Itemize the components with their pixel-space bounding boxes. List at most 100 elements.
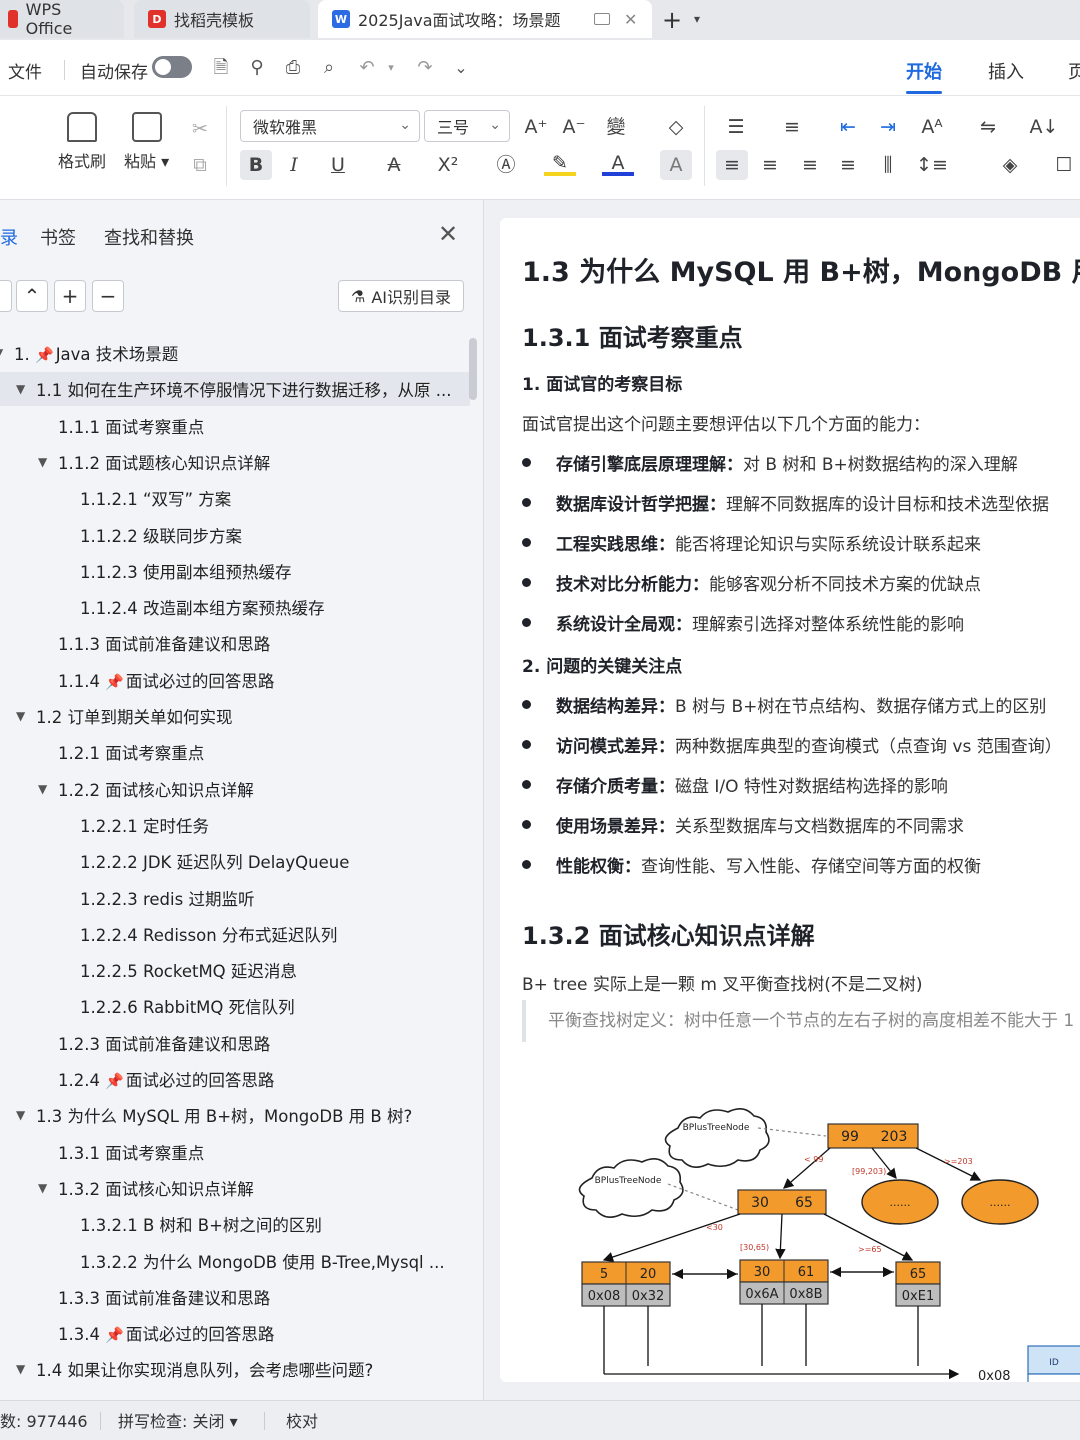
toc-item[interactable]: ▼ 1.3 为什么 MySQL 用 B+树，MongoDB 用 B 树? [0, 1098, 470, 1132]
toc-item[interactable]: 1.2.2.1 定时任务 [0, 808, 470, 842]
spell-check-toggle[interactable]: 拼写检查: 关闭 ▾ [118, 1408, 238, 1432]
tab-toc[interactable]: 录 [0, 224, 18, 250]
chevron-down-icon[interactable]: ▾ [694, 12, 700, 26]
expand-arrow-icon[interactable]: ▼ [16, 1362, 25, 1376]
toc-item[interactable]: ▼ 1. 📌Java 技术场景题 [0, 336, 470, 370]
toc-item[interactable]: 1.1.2.2 级联同步方案 [0, 518, 470, 552]
toc-item[interactable]: 1.3.1 面试考察重点 [0, 1135, 470, 1169]
underline-button[interactable]: U [322, 150, 354, 180]
toc-item[interactable]: 1.2.1 面试考察重点 [0, 735, 470, 769]
phonetic-icon[interactable]: 變 [600, 112, 632, 142]
toc-item[interactable]: ▼ 1.1 如何在生产环境不停服情况下进行数据迁移，从原 ... [0, 372, 470, 407]
border-icon[interactable]: ☐ [1048, 150, 1080, 180]
toc-item[interactable]: ▼ 1.4 如果让你实现消息队列，会考虑哪些问题? [0, 1352, 470, 1386]
ai-toc-button[interactable]: ⚗ AI识别目录 [338, 280, 464, 312]
add-heading-button[interactable]: + [54, 280, 86, 312]
expand-arrow-icon[interactable]: ▼ [38, 1181, 47, 1195]
share-icon[interactable]: ⚲ [246, 57, 268, 79]
toc-item[interactable]: 1.1.4 📌 面试必过的回答思路 [0, 663, 470, 697]
expand-arrow-icon[interactable]: ▼ [38, 782, 47, 796]
line-spacing-button[interactable]: ↕≡ [916, 150, 948, 180]
toc-item[interactable]: 1.1.1 面试考察重点 [0, 409, 470, 443]
toc-item[interactable]: 1.3.3 面试前准备建议和思路 [0, 1280, 470, 1314]
toc-item[interactable]: 1.2.2.5 RocketMQ 延迟消息 [0, 953, 470, 987]
proofread-button[interactable]: 校对 [286, 1408, 318, 1432]
toc-item[interactable]: 1.1.3 面试前准备建议和思路 [0, 626, 470, 660]
close-tab-icon[interactable]: ✕ [624, 10, 637, 29]
expand-arrow-icon[interactable]: ▼ [16, 709, 25, 723]
sort-icon[interactable]: A↓ [1028, 112, 1060, 142]
font-name-select[interactable]: 微软雅黑 ⌄ [240, 110, 420, 142]
align-left-button[interactable]: ≡ [716, 150, 748, 180]
tab-home[interactable]: 开始 [906, 58, 942, 94]
toc-item[interactable]: ▼ 1.2.2 面试核心知识点详解 [0, 772, 470, 806]
font-color-button[interactable]: A [602, 150, 634, 176]
toc-item[interactable]: 1.3.4 📌 面试必过的回答思路 [0, 1316, 470, 1350]
word-count[interactable]: 数: 977446 [0, 1408, 88, 1432]
expand-arrow-icon[interactable]: ▼ [38, 455, 47, 469]
copy-icon[interactable]: ⧉ [184, 150, 216, 180]
toc-item[interactable]: 1.1.2.1 “双写” 方案 [0, 481, 470, 515]
expand-arrow-icon[interactable]: ▼ [0, 346, 3, 360]
tab-bookmarks[interactable]: 书签 [40, 224, 76, 250]
align-center-button[interactable]: ≡ [754, 150, 786, 180]
justify-button[interactable]: ≡ [832, 150, 864, 180]
more-chevron-icon[interactable]: ⌄ [450, 57, 472, 79]
text-effect-button[interactable]: Ⓐ [490, 150, 522, 180]
italic-button[interactable]: I [278, 150, 310, 180]
expand-arrow-icon[interactable]: ▼ [16, 382, 25, 396]
toc-scrollbar[interactable] [469, 338, 477, 400]
print-icon[interactable]: ⎙ [282, 57, 304, 79]
expand-arrow-icon[interactable]: ▼ [16, 1108, 25, 1122]
tab-find-replace[interactable]: 查找和替换 [104, 224, 194, 250]
shading-icon[interactable]: ◈ [994, 150, 1026, 180]
decrease-font-icon[interactable]: A⁻ [558, 112, 590, 142]
bullet-list-icon[interactable]: ☰ [720, 112, 752, 142]
document-page[interactable]: 1.3 为什么 MySQL 用 B+树，MongoDB 用 B 1.3.1 面试… [500, 218, 1080, 1382]
toc-item[interactable]: 1.2.2.6 RabbitMQ 死信队列 [0, 989, 470, 1023]
text-direction-icon[interactable]: ⇋ [972, 112, 1004, 142]
strikethrough-button[interactable]: A [378, 150, 410, 180]
clear-format-icon[interactable]: ◇ [660, 112, 692, 142]
collapse-button[interactable] [0, 280, 12, 312]
cut-icon[interactable]: ✂ [184, 114, 216, 144]
increase-indent-icon[interactable]: ⇥ [872, 112, 904, 142]
close-panel-icon[interactable]: ✕ [438, 220, 458, 248]
toc-item[interactable]: 1.3.2.1 B 树和 B+树之间的区别 [0, 1207, 470, 1241]
redo-icon[interactable]: ↷ [414, 57, 436, 79]
distributed-align-button[interactable]: ⫼ [872, 150, 904, 180]
toc-item[interactable]: 1.1.2.4 改造副本组方案预热缓存 [0, 590, 470, 624]
char-shading-button[interactable]: A [660, 150, 692, 180]
decrease-indent-icon[interactable]: ⇤ [832, 112, 864, 142]
save-icon[interactable]: 🗎 [210, 57, 232, 79]
toc-item[interactable]: 1.2.3 面试前准备建议和思路 [0, 1026, 470, 1060]
toc-item[interactable]: 1.2.2.2 JDK 延迟队列 DelayQueue [0, 844, 470, 878]
paste-button[interactable]: 粘贴 ▾ [124, 112, 169, 172]
chevron-down-icon[interactable]: ▾ [380, 57, 402, 79]
numbered-list-icon[interactable]: ≡ [776, 112, 808, 142]
tab-insert[interactable]: 插入 [988, 58, 1024, 84]
superscript-button[interactable]: X² [432, 150, 464, 180]
align-right-button[interactable]: ≡ [794, 150, 826, 180]
toc-item[interactable]: ▼ 1.3.2 面试核心知识点详解 [0, 1171, 470, 1205]
toc-item[interactable]: 1.2.2.3 redis 过期监听 [0, 881, 470, 915]
new-tab-icon[interactable]: + [662, 6, 682, 34]
remove-heading-button[interactable]: − [92, 280, 124, 312]
toc-item[interactable]: 1.2.4 📌 面试必过的回答思路 [0, 1062, 470, 1096]
toc-item[interactable]: 1.1.2.3 使用副本组预热缓存 [0, 554, 470, 588]
tab-docer-templates[interactable]: D 找稻壳模板 [134, 0, 310, 38]
highlight-button[interactable]: ✎ [544, 150, 576, 176]
toc-item[interactable]: ▼ 1.1.2 面试题核心知识点详解 [0, 445, 470, 479]
tab-java-doc[interactable]: W 2025Java面试攻略：场景题 ✕ [318, 0, 652, 38]
format-painter-button[interactable]: 格式刷 [58, 112, 106, 172]
tab-page[interactable]: 页 [1068, 58, 1080, 84]
move-up-button[interactable]: ⌃ [16, 280, 48, 312]
toc-item[interactable]: 1.3.2.2 为什么 MongoDB 使用 B-Tree,Mysql ... [0, 1244, 470, 1278]
increase-font-icon[interactable]: A⁺ [520, 112, 552, 142]
autosave-toggle[interactable] [152, 56, 192, 78]
bold-button[interactable]: B [240, 150, 272, 180]
undo-icon[interactable]: ↶ [356, 57, 378, 79]
case-change-icon[interactable]: Aᴬ [916, 112, 948, 142]
font-size-select[interactable]: 三号 ⌄ [424, 110, 510, 142]
toc-item[interactable]: ▼ 1.2 订单到期关单如何实现 [0, 699, 470, 733]
